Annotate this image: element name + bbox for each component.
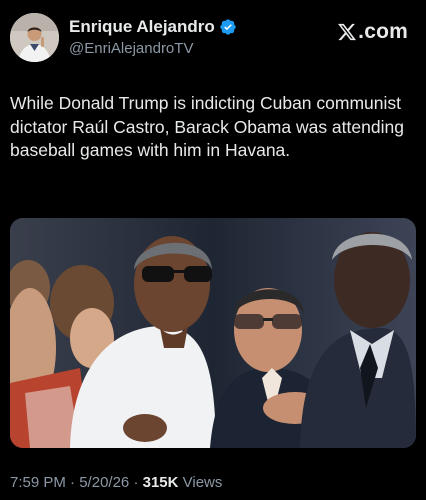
tweet-date[interactable]: 5/20/26 bbox=[79, 474, 129, 491]
meta-separator: · bbox=[70, 474, 76, 491]
verified-badge-icon bbox=[219, 18, 237, 36]
x-logo-icon bbox=[337, 22, 357, 42]
views-count: 315K bbox=[142, 474, 179, 491]
tweet-photo[interactable] bbox=[10, 218, 416, 448]
author-avatar[interactable] bbox=[10, 13, 59, 62]
author-name-row: Enrique Alejandro bbox=[69, 16, 329, 38]
tweet-text: While Donald Trump is indicting Cuban co… bbox=[10, 93, 404, 160]
author-display-name[interactable]: Enrique Alejandro bbox=[69, 17, 215, 37]
brand-domain-text: .com bbox=[358, 20, 408, 43]
tweet-meta: 7:59 PM · 5/20/26 · 315K Views bbox=[10, 474, 222, 491]
meta-separator: · bbox=[133, 474, 139, 491]
tweet-card: Enrique Alejandro @EnriAlejandroTV .com … bbox=[0, 0, 426, 500]
author-handle[interactable]: @EnriAlejandroTV bbox=[69, 40, 329, 57]
views-label: Views bbox=[182, 474, 223, 491]
brand-watermark: .com bbox=[337, 20, 408, 44]
tweet-time[interactable]: 7:59 PM bbox=[10, 474, 66, 491]
author-info: Enrique Alejandro @EnriAlejandroTV bbox=[69, 16, 329, 57]
